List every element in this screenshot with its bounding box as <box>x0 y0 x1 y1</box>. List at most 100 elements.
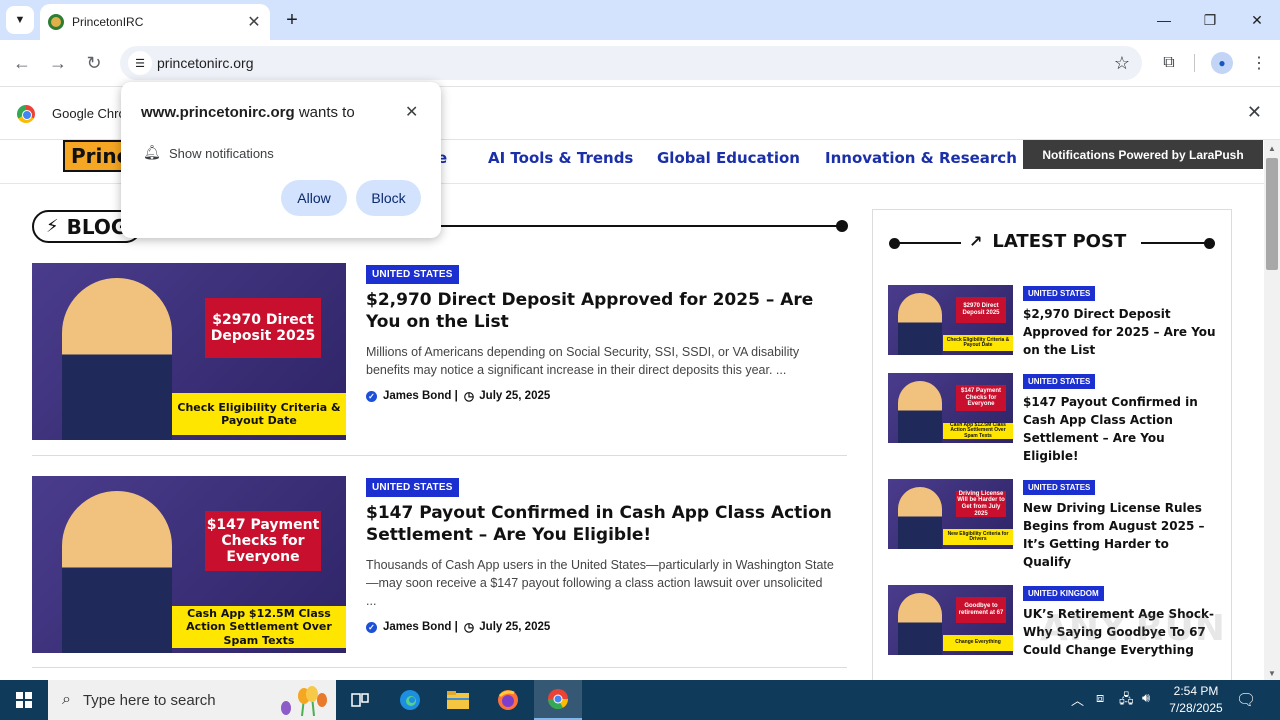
clock-time: 2:54 PM <box>1173 684 1219 698</box>
permission-label: Show notifications <box>169 146 274 161</box>
tab-princetonirc[interactable]: PrincetonIRC ✕ <box>40 4 270 40</box>
extensions-icon[interactable]: ⧉ <box>1156 50 1182 76</box>
sidebar-post: $147 Payment Checks for Everyone Cash Ap… <box>888 373 1218 463</box>
url-text[interactable]: princetonirc.org <box>157 55 254 71</box>
article-excerpt: Millions of Americans depending on Socia… <box>366 345 800 377</box>
close-icon[interactable]: ✕ <box>244 12 264 32</box>
article-thumbnail[interactable]: $147 Payment Checks for Everyone Cash Ap… <box>32 476 346 653</box>
thumbnail-banner: Check Eligibility Criteria & Payout Date <box>943 335 1013 351</box>
clock-icon: ◷ <box>463 389 475 403</box>
post-thumbnail[interactable]: Goodbye to retirement at 67 Change Every… <box>888 585 1013 655</box>
sidebar-heading: ↗ LATEST POST <box>873 231 1233 255</box>
article-author[interactable]: James Bond | <box>383 390 458 402</box>
sidebar-post: Driving License Will be Harder to Get fr… <box>888 479 1218 569</box>
kebab-menu-icon[interactable]: ⋮ <box>1246 50 1272 76</box>
close-icon[interactable]: ✕ <box>1247 102 1262 123</box>
clock-icon: ◷ <box>463 620 475 634</box>
notification-permission-dialog: www.princetonirc.org wants to ✕ 🔔︎ Show … <box>121 82 441 238</box>
category-badge[interactable]: UNITED STATES <box>1023 374 1096 389</box>
category-badge[interactable]: UNITED STATES <box>1023 480 1096 495</box>
chrome-icon[interactable] <box>534 680 582 720</box>
forward-arrow-icon[interactable]: → <box>44 49 72 77</box>
toolbar-divider <box>1194 54 1195 72</box>
article-divider <box>32 667 847 668</box>
nav-item-innovation-research[interactable]: Innovation & Research <box>825 149 1017 167</box>
dialog-title: www.princetonirc.org wants to <box>141 104 355 121</box>
address-bar[interactable]: ☰ princetonirc.org ☆ <box>120 46 1142 80</box>
firefox-icon[interactable] <box>484 680 532 720</box>
block-button[interactable]: Block <box>356 180 421 216</box>
article-thumbnail[interactable]: $2970 Direct Deposit 2025 Check Eligibil… <box>32 263 346 440</box>
bell-icon: 🔔︎ <box>143 144 161 160</box>
article-card: $147 Payment Checks for Everyone Cash Ap… <box>32 476 847 653</box>
article-title[interactable]: $2,970 Direct Deposit Approved for 2025 … <box>366 289 836 333</box>
heading-line <box>895 242 961 244</box>
post-title[interactable]: $147 Payout Confirmed in Cash App Class … <box>1023 393 1218 465</box>
star-icon[interactable]: ☆ <box>1114 53 1130 74</box>
category-badge[interactable]: UNITED STATES <box>1023 286 1096 301</box>
plus-icon[interactable]: + <box>280 8 304 32</box>
profile-icon[interactable]: ● <box>1211 52 1233 74</box>
taskbar-clock[interactable]: 2:54 PM 7/28/2025 <box>1160 683 1232 717</box>
volume-icon[interactable]: 🔊︎ <box>1142 690 1150 706</box>
scroll-down-icon[interactable]: ▼ <box>1268 669 1276 678</box>
reload-icon[interactable]: ↻ <box>80 49 108 77</box>
sidebar-title-text: LATEST POST <box>992 231 1127 252</box>
heading-line <box>1141 242 1209 244</box>
article-date: July 25, 2025 <box>479 390 551 402</box>
taskbar-search[interactable]: ⌕ Type here to search <box>48 680 336 720</box>
nav-item-global-education[interactable]: Global Education <box>657 149 800 167</box>
anyrun-watermark: ANY.RUN <box>1040 608 1226 649</box>
person-figure <box>898 487 942 549</box>
task-view-icon[interactable] <box>336 680 384 720</box>
close-window-icon[interactable]: ✕ <box>1234 0 1280 40</box>
start-button[interactable] <box>0 680 48 720</box>
person-figure <box>898 381 942 443</box>
article-card: $2970 Direct Deposit 2025 Check Eligibil… <box>32 263 847 440</box>
minimize-icon[interactable]: — <box>1141 0 1187 40</box>
person-figure <box>898 593 942 655</box>
chevron-up-icon[interactable]: ︿ <box>1071 690 1084 709</box>
edge-icon[interactable] <box>386 680 434 720</box>
file-explorer-icon[interactable] <box>434 680 482 720</box>
article-title[interactable]: $147 Payout Confirmed in Cash App Class … <box>366 502 836 546</box>
site-logo[interactable]: Princ <box>63 140 123 172</box>
close-icon[interactable]: ✕ <box>405 102 418 122</box>
section-divider-dot <box>836 220 848 232</box>
article-excerpt: Thousands of Cash App users in the Unite… <box>366 558 834 608</box>
scroll-up-icon[interactable]: ▲ <box>1268 144 1276 153</box>
allow-button[interactable]: Allow <box>281 180 347 216</box>
article-author[interactable]: James Bond | <box>383 621 458 633</box>
verified-icon: ✓ <box>366 621 377 633</box>
thumbnail-banner: Cash App $12.5M Class Action Settlement … <box>943 422 1013 439</box>
tab-title: PrincetonIRC <box>72 15 144 29</box>
post-thumbnail[interactable]: $147 Payment Checks for Everyone Cash Ap… <box>888 373 1013 443</box>
windows-taskbar: ⌕ Type here to search ︿ ⧈ 🖧︎ 🔊︎ 2:54 PM … <box>0 680 1280 720</box>
post-title[interactable]: New Driving License Rules Begins from Au… <box>1023 499 1218 571</box>
maximize-icon[interactable]: ❐ <box>1187 0 1233 40</box>
scrollbar-thumb[interactable] <box>1266 158 1278 270</box>
category-badge[interactable]: UNITED STATES <box>366 265 459 284</box>
thumbnail-headline: Driving License Will be Harder to Get fr… <box>956 490 1006 517</box>
site-info-icon[interactable]: ☰ <box>128 51 152 75</box>
meet-now-icon[interactable]: ⧈ <box>1096 690 1104 706</box>
nav-item-ai-tools[interactable]: AI Tools & Trends <box>488 149 633 167</box>
back-arrow-icon[interactable]: ← <box>8 49 36 77</box>
person-figure <box>898 293 942 355</box>
page-scrollbar[interactable]: ▲ ▼ <box>1264 140 1280 680</box>
tulips-illustration <box>281 686 327 716</box>
article-meta: ✓ James Bond | ◷ July 25, 2025 <box>366 620 550 634</box>
section-title: BLOG <box>66 214 128 239</box>
thumbnail-headline: $147 Payment Checks for Everyone <box>956 385 1006 411</box>
category-badge[interactable]: UNITED KINGDOM <box>1023 586 1104 601</box>
network-icon[interactable]: 🖧︎ <box>1119 690 1134 712</box>
larapush-banner: Notifications Powered by LaraPush <box>1023 140 1263 169</box>
notification-center-icon[interactable]: 🗨︎ <box>1236 690 1256 710</box>
post-thumbnail[interactable]: $2970 Direct Deposit 2025 Check Eligibil… <box>888 285 1013 355</box>
post-title[interactable]: $2,970 Direct Deposit Approved for 2025 … <box>1023 305 1218 359</box>
browser-toolbar: ← → ↻ ☰ princetonirc.org ☆ ⧉ ⋮ <box>0 40 1280 86</box>
thumbnail-banner: New Eligibility Criteria for Drivers <box>943 529 1013 545</box>
post-thumbnail[interactable]: Driving License Will be Harder to Get fr… <box>888 479 1013 549</box>
tab-search-icon[interactable]: ▼ <box>6 6 34 34</box>
category-badge[interactable]: UNITED STATES <box>366 478 459 497</box>
